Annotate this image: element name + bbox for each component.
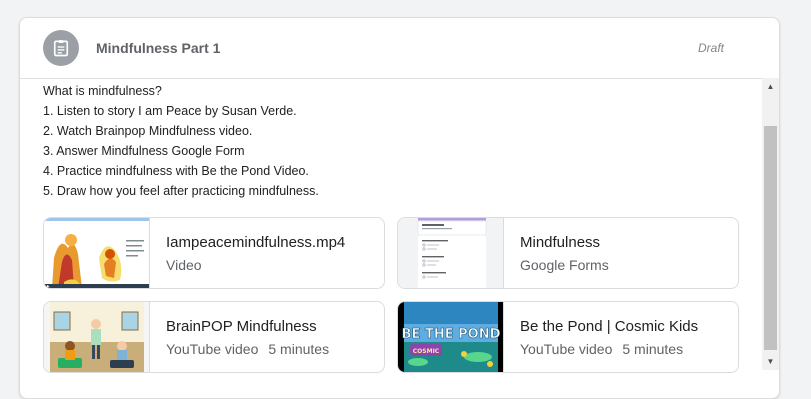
attachment-youtube-pond[interactable]: BE THE POND COSMIC Be the Pond | Cosmic … — [397, 301, 739, 373]
pond-thumbnail-text: BE THE POND — [402, 327, 501, 342]
description-line: 2. Watch Brainpop Mindfulness video. — [43, 124, 253, 138]
attachment-type: Video — [166, 257, 202, 273]
vertical-scrollbar[interactable]: ▲ ▼ — [762, 78, 779, 370]
attachment-title: Mindfulness — [520, 234, 601, 251]
attachment-title: BrainPOP Mindfulness — [166, 318, 317, 335]
form-thumbnail — [398, 218, 504, 288]
attachment-title: Be the Pond | Cosmic Kids — [520, 318, 699, 335]
attachment-subtitle: YouTube video 5 minutes — [166, 341, 329, 357]
attachment-type: YouTube video — [520, 341, 613, 357]
description-line: What is mindfulness? — [43, 84, 162, 98]
assignment-body: What is mindfulness? 1. Listen to story … — [20, 79, 760, 379]
assignment-icon — [43, 30, 79, 66]
assignment-header[interactable]: Mindfulness Part 1 Draft — [20, 18, 779, 79]
assignment-title: Mindfulness Part 1 — [96, 40, 221, 56]
attachment-duration: 5 minutes — [268, 341, 330, 357]
assignment-description: What is mindfulness? 1. Listen to story … — [43, 81, 319, 201]
draft-status: Draft — [697, 41, 724, 55]
attachment-subtitle: YouTube video 5 minutes — [520, 341, 683, 357]
scroll-up-arrow-icon[interactable]: ▲ — [762, 78, 779, 95]
scrollbar-thumb[interactable] — [764, 126, 777, 350]
pond-thumbnail-badge: COSMIC — [413, 348, 440, 355]
attachment-subtitle: Google Forms — [520, 257, 609, 273]
scroll-down-arrow-icon[interactable]: ▼ — [762, 353, 779, 370]
description-line: 1. Listen to story I am Peace by Susan V… — [43, 104, 297, 118]
attachment-type: Google Forms — [520, 257, 609, 273]
description-line: 3. Answer Mindfulness Google Form — [43, 144, 245, 158]
attachment-youtube-brainpop[interactable]: BrainPOP Mindfulness YouTube video 5 minu… — [43, 301, 385, 373]
description-line: 4. Practice mindfulness with Be the Pond… — [43, 164, 309, 178]
assignment-card: Mindfulness Part 1 Draft What is mindful… — [19, 17, 780, 399]
attachment-duration: 5 minutes — [622, 341, 684, 357]
attachment-title: Iampeacemindfulness.mp4 — [166, 234, 346, 251]
description-line: 5. Draw how you feel after practicing mi… — [43, 184, 319, 198]
attachment-type: YouTube video — [166, 341, 259, 357]
pond-thumbnail: BE THE POND COSMIC — [398, 302, 504, 372]
video-thumbnail — [44, 218, 150, 288]
attachment-video[interactable]: Iampeacemindfulness.mp4 Video — [43, 217, 385, 289]
attachment-google-form[interactable]: Mindfulness Google Forms — [397, 217, 739, 289]
brainpop-thumbnail — [44, 302, 150, 372]
attachment-subtitle: Video — [166, 257, 202, 273]
